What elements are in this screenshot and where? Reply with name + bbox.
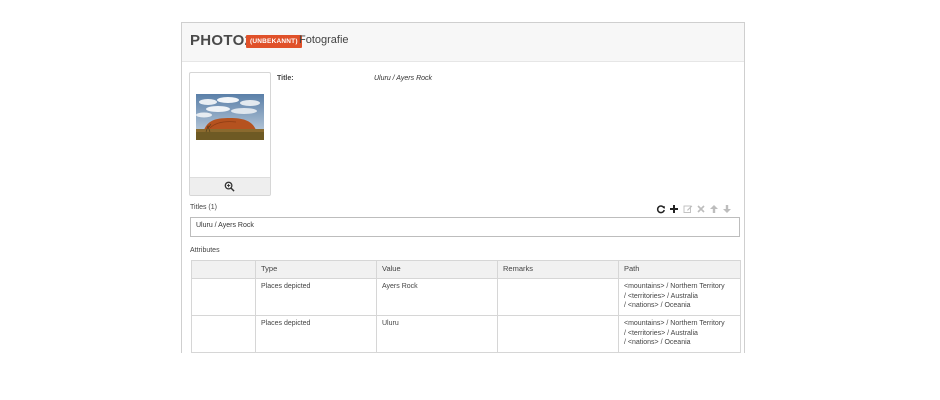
panel-header: PHOTO2 (UNBEKANNT) Fotografie <box>182 23 744 62</box>
move-down-icon[interactable] <box>722 204 732 214</box>
table-row[interactable]: Places depicted Uluru <mountains> / Nort… <box>191 315 741 353</box>
type-cell: Places depicted <box>255 315 377 353</box>
title-field-value: Uluru / Ayers Rock <box>374 75 433 82</box>
remarks-cell <box>497 315 619 353</box>
path-line: / <territories> / Australia <box>624 292 698 300</box>
value-cell <box>376 352 498 353</box>
attributes-section-label: Attributes <box>190 247 220 254</box>
refresh-icon[interactable] <box>656 204 666 214</box>
title-field-label: Title: <box>277 75 294 82</box>
status-badge: (UNBEKANNT) <box>246 35 302 48</box>
path-line: / <territories> / Australia <box>624 329 698 337</box>
column-header-select <box>191 260 256 279</box>
table-row[interactable]: Places depicted Ayers Rock <mountains> /… <box>191 278 741 316</box>
remarks-cell <box>497 352 619 353</box>
titles-section-label: Titles (1) <box>190 204 217 211</box>
value-cell: Uluru <box>376 315 498 353</box>
object-type: Fotografie <box>299 34 349 46</box>
type-cell: Places depicted <box>255 278 377 316</box>
column-header-remarks[interactable]: Remarks <box>497 260 619 279</box>
image-preview-card[interactable] <box>189 72 271 196</box>
value-cell: Ayers Rock <box>376 278 498 316</box>
delete-icon[interactable] <box>696 204 706 214</box>
preview-toolbar <box>190 177 270 195</box>
path-cell: <mountains> / Northern Territory / <terr… <box>618 315 741 353</box>
row-select-cell[interactable] <box>191 315 256 353</box>
add-icon[interactable] <box>669 204 679 214</box>
path-cell: <mountains> / Northern Territory / <terr… <box>618 278 741 316</box>
title-item-text: Uluru / Ayers Rock <box>196 222 254 229</box>
move-up-icon[interactable] <box>709 204 719 214</box>
column-header-value[interactable]: Value <box>376 260 498 279</box>
remarks-cell <box>497 278 619 316</box>
table-row[interactable] <box>191 352 741 353</box>
table-header-row: Type Value Remarks Path <box>191 260 741 279</box>
path-cell <box>618 352 741 353</box>
title-list-item[interactable]: Uluru / Ayers Rock <box>190 217 740 237</box>
object-detail-panel: PHOTO2 (UNBEKANNT) Fotografie Title: Ulu… <box>181 22 745 353</box>
object-id: PHOTO2 <box>190 32 254 49</box>
row-select-cell[interactable] <box>191 352 256 353</box>
path-line: / <nations> / Oceania <box>624 339 691 346</box>
row-select-cell[interactable] <box>191 278 256 316</box>
attributes-table: Type Value Remarks Path Places depicted … <box>191 260 741 353</box>
column-header-path[interactable]: Path <box>618 260 741 279</box>
path-line: <mountains> / Northern Territory <box>624 283 725 290</box>
edit-icon[interactable] <box>683 204 693 214</box>
path-line: / <nations> / Oceania <box>624 302 691 309</box>
zoom-in-icon[interactable] <box>224 181 235 192</box>
type-cell <box>255 352 377 353</box>
column-header-type[interactable]: Type <box>255 260 377 279</box>
path-line: <mountains> / Northern Territory <box>624 320 725 327</box>
uluru-thumbnail[interactable] <box>196 94 264 140</box>
